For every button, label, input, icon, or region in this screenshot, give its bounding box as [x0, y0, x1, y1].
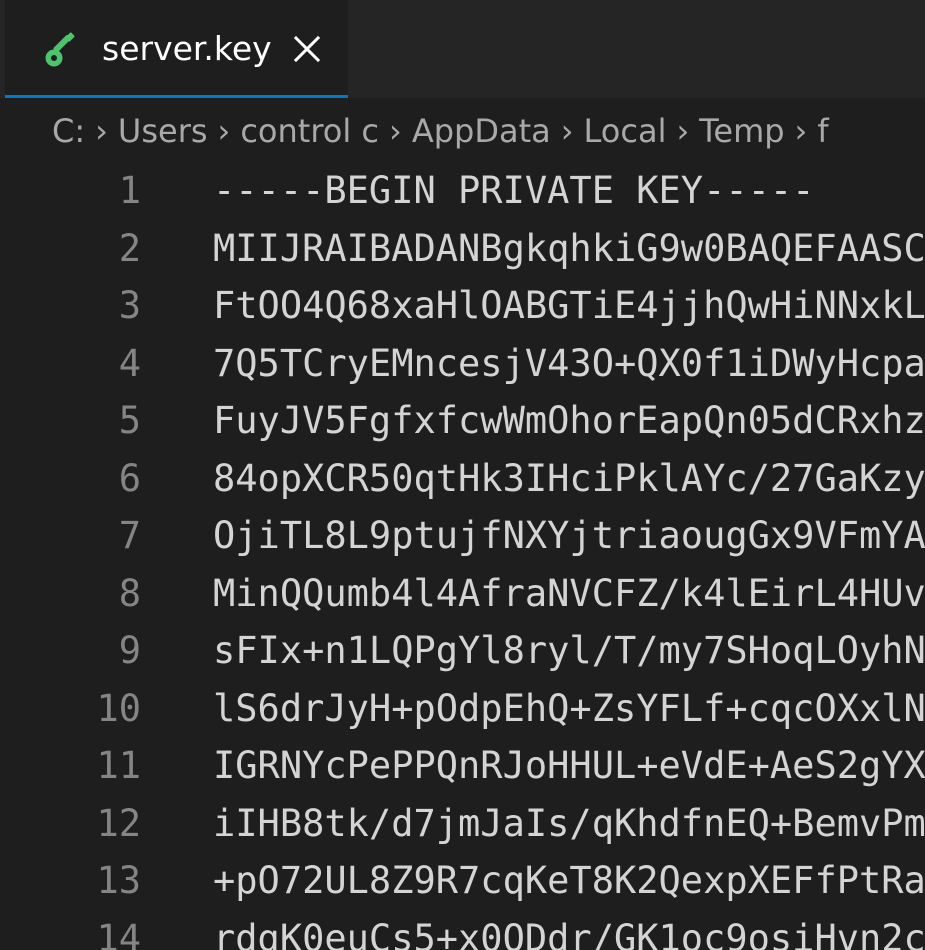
tab-label: server.key [102, 29, 272, 68]
chevron-right-icon: › [560, 112, 574, 150]
code-line: MIIJRAIBADANBgkqhkiG9w0BAQEFAASC [213, 226, 925, 270]
line-number: 13 [96, 859, 141, 902]
breadcrumb-item[interactable]: Temp [699, 112, 784, 150]
code-line: sFIx+n1LQPgYl8ryl/T/my7SHoqLOyhN [213, 629, 925, 672]
code-line: IGRNYcPePPQnRJoHHUL+eVdE+AeS2gYX [213, 744, 925, 787]
line-number: 6 [118, 456, 141, 500]
line-number: 8 [118, 571, 141, 615]
code-line: OjiTL8L9ptujfNXYjtriaougGx9VFmYA [213, 514, 925, 557]
breadcrumb-item[interactable]: Users [118, 112, 208, 150]
key-icon [45, 32, 75, 67]
editor-window: server.key C: › Users › control c › AppData › Lo… [0, 0, 925, 950]
line-number: 11 [96, 744, 141, 787]
code-line: MinQQumb4l4AfraNVCFZ/k4lEirL4HUv [213, 571, 925, 615]
line-number: 4 [118, 341, 141, 385]
breadcrumb-path: C: › Users › control c › AppData › Local › Temp › f [52, 102, 829, 160]
breadcrumb-item[interactable]: f [817, 112, 828, 150]
tab-server-key[interactable]: server.key [5, 0, 348, 98]
line-number: 14 [96, 916, 141, 950]
chevron-right-icon: › [217, 112, 231, 150]
code-line: FuyJV5FgfxfcwWmOhorEapQn05dCRxhz [213, 399, 925, 442]
breadcrumb-item[interactable]: C: [52, 112, 85, 150]
code-line: iIHB8tk/d7jmJaIs/qKhdfnEQ+BemvPm [213, 801, 925, 845]
breadcrumb: C: › Users › control c › AppData › Local › Temp › f [5, 102, 925, 160]
line-number: 9 [118, 629, 141, 672]
chevron-right-icon: › [794, 112, 808, 150]
line-number: 5 [118, 399, 141, 442]
code-line: lS6drJyH+pOdpEhQ+ZsYFLf+cqcOXxlN [213, 686, 925, 730]
chevron-right-icon: › [389, 112, 402, 150]
code-line: 7Q5TCryEMncesjV43O+QX0f1iDWyHcpa [213, 341, 925, 385]
breadcrumb-item[interactable]: Local [584, 112, 667, 150]
line-number: 12 [96, 801, 141, 845]
chevron-right-icon: › [95, 112, 108, 150]
tab-bar: server.key [0, 0, 925, 98]
code-line: -----BEGIN PRIVATE KEY----- [213, 169, 815, 212]
close-icon[interactable] [291, 33, 323, 65]
line-number-gutter: 1 2 3 4 5 6 7 8 9 10 11 12 13 14 [5, 162, 213, 950]
chevron-right-icon: › [676, 112, 690, 150]
active-tab-indicator [5, 95, 348, 98]
line-number: 2 [118, 226, 141, 270]
code-line: +pO72UL8Z9R7cqKeT8K2QexpXEFfPtRa [213, 859, 925, 902]
code-line: rdgK0euCs5+x0ODdr/GK1oc9osiHvn2c [213, 916, 925, 950]
breadcrumb-item[interactable]: AppData [412, 112, 551, 150]
code-line: FtOO4Q68xaHlOABGTiE4jjhQwHiNNxkL [213, 284, 925, 327]
line-number: 7 [118, 514, 141, 557]
code-line: 84opXCR50qtHk3IHciPklAYc/27GaKzy [213, 456, 925, 500]
code-editor[interactable]: -----BEGIN PRIVATE KEY----- MIIJRAIBADANB… [213, 162, 925, 950]
line-number: 10 [96, 686, 141, 730]
breadcrumb-item[interactable]: control c [240, 112, 379, 150]
line-number: 3 [118, 284, 141, 327]
line-number: 1 [118, 169, 141, 212]
